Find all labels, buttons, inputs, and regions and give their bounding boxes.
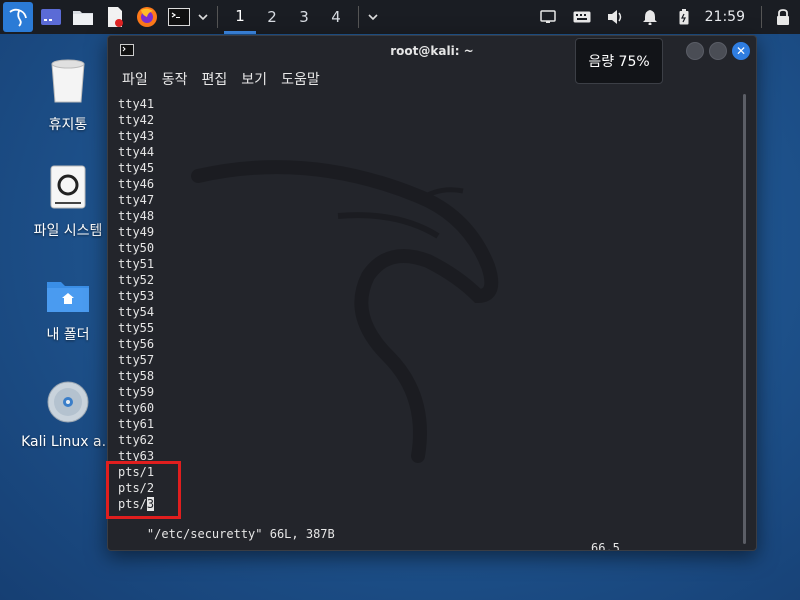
panel-separator [358,6,359,28]
maximize-button[interactable] [709,42,727,60]
current-line-text: pts/ [118,497,147,511]
volume-osd-text: 음량 75% [588,54,650,70]
terminal-line: pts/1 [118,465,155,479]
home-folder-icon [47,282,89,312]
menu-help[interactable]: 도움말 [281,69,320,89]
terminal-launcher-icon[interactable] [165,3,193,31]
hard-drive-icon [50,165,86,209]
terminal-line: tty62 [118,433,155,447]
terminal-line: tty44 [118,145,155,159]
close-icon: ✕ [735,44,747,58]
terminal-line: tty56 [118,337,155,351]
top-panel: 1 2 3 4 21:59 [0,0,800,34]
terminal-line: tty55 [118,321,155,335]
terminal-line: tty47 [118,193,155,207]
trash-icon [51,59,85,103]
firefox-icon[interactable] [133,3,161,31]
launcher-dropdown-chevron-icon[interactable] [195,3,211,31]
terminal-line: tty49 [118,225,155,239]
terminal-line: tty63 [118,449,155,463]
menu-action[interactable]: 동작 [162,69,188,89]
terminal-line: tty58 [118,369,155,383]
terminal-output[interactable]: tty41 tty42 tty43 tty44 tty45 tty46 tty4… [108,94,744,550]
terminal-line: pts/2 [118,481,155,495]
window-controls: ✕ [686,42,750,60]
terminal-line: tty61 [118,417,155,431]
terminal-scrollbar[interactable] [743,94,746,544]
kali-menu-button[interactable] [3,2,33,32]
kali-dragon-icon [9,8,27,27]
terminal-line: tty54 [118,305,155,319]
system-tray: 21:59 [531,0,800,34]
terminal-line: tty45 [118,161,155,175]
terminal-line: tty41 [118,97,155,111]
file-manager-icon[interactable] [69,3,97,31]
terminal-line: tty51 [118,257,155,271]
panel-separator [761,6,762,28]
workspace-3[interactable]: 3 [288,0,320,34]
lock-screen-icon[interactable] [766,0,800,34]
display-icon[interactable] [531,0,565,34]
terminal-line: tty42 [118,113,155,127]
keyboard-icon[interactable] [565,0,599,34]
terminal-line: tty53 [118,289,155,303]
minimize-button[interactable] [686,42,704,60]
optical-disc-icon [47,381,89,423]
volume-osd: 음량 75% [575,38,663,84]
workspace-4[interactable]: 4 [320,0,352,34]
panel-separator [217,6,218,28]
clock[interactable]: 21:59 [701,9,757,25]
menu-view[interactable]: 보기 [241,69,267,89]
terminal-line: tty43 [118,129,155,143]
volume-icon[interactable] [599,0,633,34]
workspace-1[interactable]: 1 [224,0,256,34]
terminal-line: tty59 [118,385,155,399]
notifications-bell-icon[interactable] [633,0,667,34]
close-button[interactable]: ✕ [732,42,750,60]
terminal-window[interactable]: root@kali: ~ ✕ 파일 동작 편집 보기 도움말 tty41 tty… [107,35,757,551]
terminal-line: tty60 [118,401,155,415]
text-editor-icon[interactable] [101,3,129,31]
workspace-2[interactable]: 2 [256,0,288,34]
terminal-line: tty57 [118,353,155,367]
terminal-line: tty52 [118,273,155,287]
terminal-line-current: pts/3 [118,496,744,512]
terminal-line: tty46 [118,177,155,191]
status-file-info: "/etc/securetty" 66L, 387B [146,527,335,541]
battery-icon[interactable] [667,0,701,34]
menu-edit[interactable]: 편집 [202,69,228,89]
window-list-chevron-icon[interactable] [365,3,381,31]
status-cursor-position: 66,5 [591,541,620,551]
text-cursor: 3 [146,497,155,511]
terminal-line: tty50 [118,241,155,255]
vim-status-line: "/etc/securetty" 66L, 387B 66,5 바닥 [118,513,738,550]
menu-file[interactable]: 파일 [122,69,148,89]
show-desktop-icon[interactable] [37,3,65,31]
terminal-line: tty48 [118,209,155,223]
